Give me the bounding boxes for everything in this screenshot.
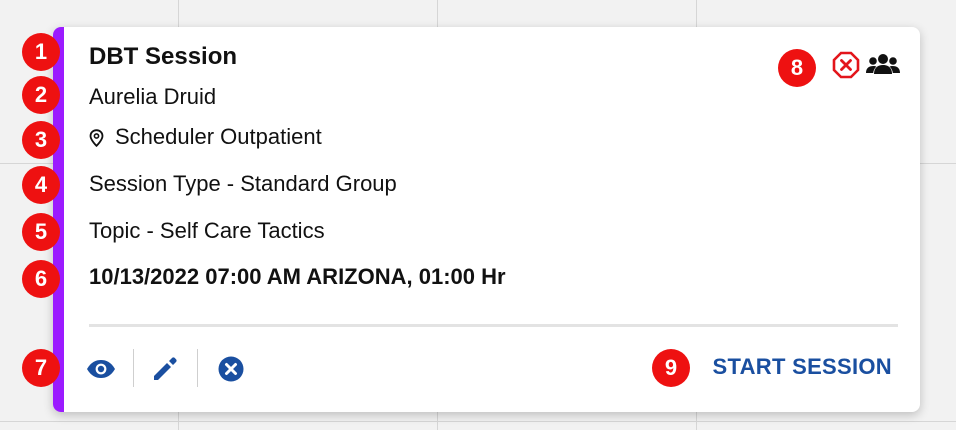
session-title: DBT Session xyxy=(89,43,238,70)
cancel-icon xyxy=(218,356,244,382)
start-session-button[interactable]: START SESSION xyxy=(712,354,892,380)
view-icon xyxy=(87,360,115,378)
action-separator xyxy=(197,349,198,387)
view-button[interactable] xyxy=(83,351,119,387)
session-type: Session Type - Standard Group xyxy=(89,171,397,196)
calendar-gridline xyxy=(0,421,956,422)
client-name: Aurelia Druid xyxy=(89,84,217,109)
divider xyxy=(89,324,898,327)
annotation-badge: 5 xyxy=(22,213,60,251)
annotation-badge: 7 xyxy=(22,349,60,387)
annotation-badge: 4 xyxy=(22,166,60,204)
edit-icon xyxy=(154,357,177,380)
annotation-badge: 6 xyxy=(22,260,60,298)
annotation-badge: 9 xyxy=(652,349,690,387)
action-separator xyxy=(133,349,134,387)
location-pin-icon xyxy=(89,129,104,147)
location-text: Scheduler Outpatient xyxy=(115,124,322,149)
annotation-badge: 1 xyxy=(22,33,60,71)
group-icon[interactable] xyxy=(866,52,900,76)
annotation-badge: 2 xyxy=(22,76,60,114)
cancel-button[interactable] xyxy=(213,351,249,387)
session-datetime: 10/13/2022 07:00 AM ARIZONA, 01:00 Hr xyxy=(89,264,506,289)
edit-button[interactable] xyxy=(147,351,183,387)
cancel-session-icon[interactable] xyxy=(832,51,860,79)
annotation-badge: 3 xyxy=(22,121,60,159)
session-topic: Topic - Self Care Tactics xyxy=(89,218,325,243)
annotation-badge: 8 xyxy=(778,49,816,87)
